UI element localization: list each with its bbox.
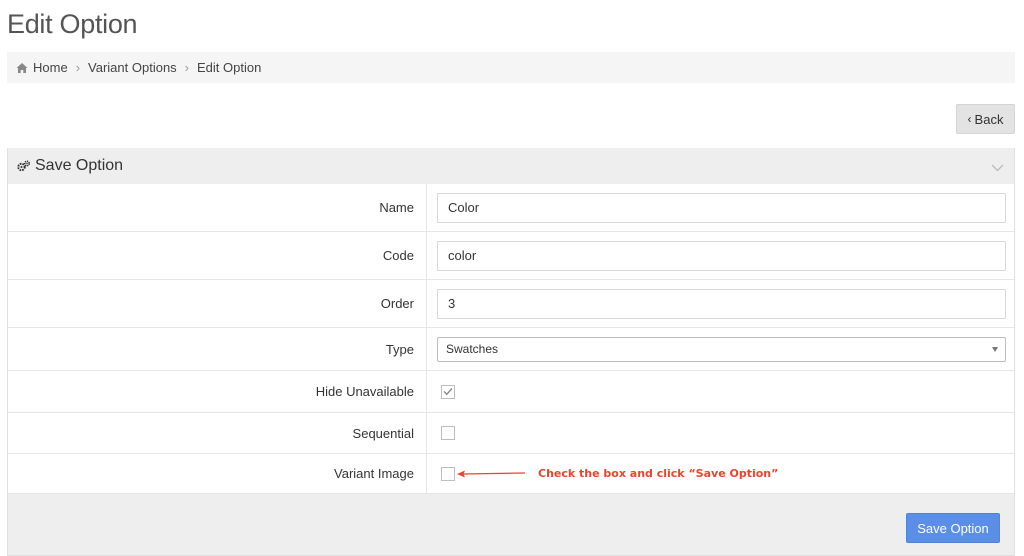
save-option-button[interactable]: Save Option bbox=[906, 513, 1000, 543]
panel-title: Save Option bbox=[35, 157, 124, 174]
sequential-label: Sequential bbox=[8, 413, 427, 453]
code-label: Code bbox=[8, 232, 427, 279]
instruction-text: Check the box and click “Save Option” bbox=[538, 467, 779, 480]
panel-footer: Save Option bbox=[8, 494, 1014, 555]
breadcrumb-home[interactable]: Home bbox=[33, 60, 68, 75]
breadcrumb-current: Edit Option bbox=[197, 60, 262, 75]
home-icon bbox=[16, 62, 28, 74]
panel-header: Save Option bbox=[8, 148, 1014, 184]
chevron-down-icon[interactable] bbox=[991, 160, 1004, 172]
hide-unavailable-checkbox[interactable] bbox=[441, 384, 455, 399]
caret-down-icon bbox=[992, 346, 998, 352]
checkmark-icon bbox=[443, 388, 453, 396]
order-label: Order bbox=[8, 280, 427, 327]
page-title: Edit Option bbox=[7, 9, 138, 39]
save-option-panel: Save Option Name Code Order Type Swatche… bbox=[7, 148, 1015, 556]
hide-unavailable-label: Hide Unavailable bbox=[8, 371, 427, 412]
back-button-label: Back bbox=[974, 111, 1004, 127]
name-input[interactable] bbox=[437, 192, 1006, 223]
back-button[interactable]: ‹ Back bbox=[956, 104, 1015, 134]
variant-image-label: Variant Image bbox=[8, 454, 427, 493]
code-input[interactable] bbox=[437, 240, 1006, 271]
breadcrumb: Home › Variant Options › Edit Option bbox=[7, 52, 1015, 83]
variant-image-checkbox[interactable] bbox=[441, 466, 455, 481]
name-label: Name bbox=[8, 184, 427, 231]
sequential-checkbox[interactable] bbox=[441, 426, 455, 440]
form-row-sequential: Sequential bbox=[8, 413, 1014, 454]
type-select[interactable]: Swatches bbox=[437, 336, 1006, 362]
breadcrumb-variant-options[interactable]: Variant Options bbox=[88, 60, 177, 75]
gears-icon bbox=[17, 160, 30, 172]
chevron-left-icon: ‹ bbox=[967, 112, 972, 126]
breadcrumb-separator: › bbox=[75, 60, 81, 75]
form-row-order: Order bbox=[8, 280, 1014, 328]
form-row-name: Name bbox=[8, 184, 1014, 232]
type-label: Type bbox=[8, 328, 427, 370]
breadcrumb-separator: › bbox=[184, 60, 190, 75]
form-row-code: Code bbox=[8, 232, 1014, 280]
form-row-variant-image: Variant Image Check the box and click “S… bbox=[8, 454, 1014, 494]
instruction-annotation: Check the box and click “Save Option” bbox=[457, 454, 778, 493]
type-select-value: Swatches bbox=[446, 342, 499, 356]
form-row-type: Type Swatches bbox=[8, 328, 1014, 371]
order-input[interactable] bbox=[437, 288, 1006, 319]
form-row-hide-unavailable: Hide Unavailable bbox=[8, 371, 1014, 413]
arrow-left-icon bbox=[457, 470, 526, 477]
